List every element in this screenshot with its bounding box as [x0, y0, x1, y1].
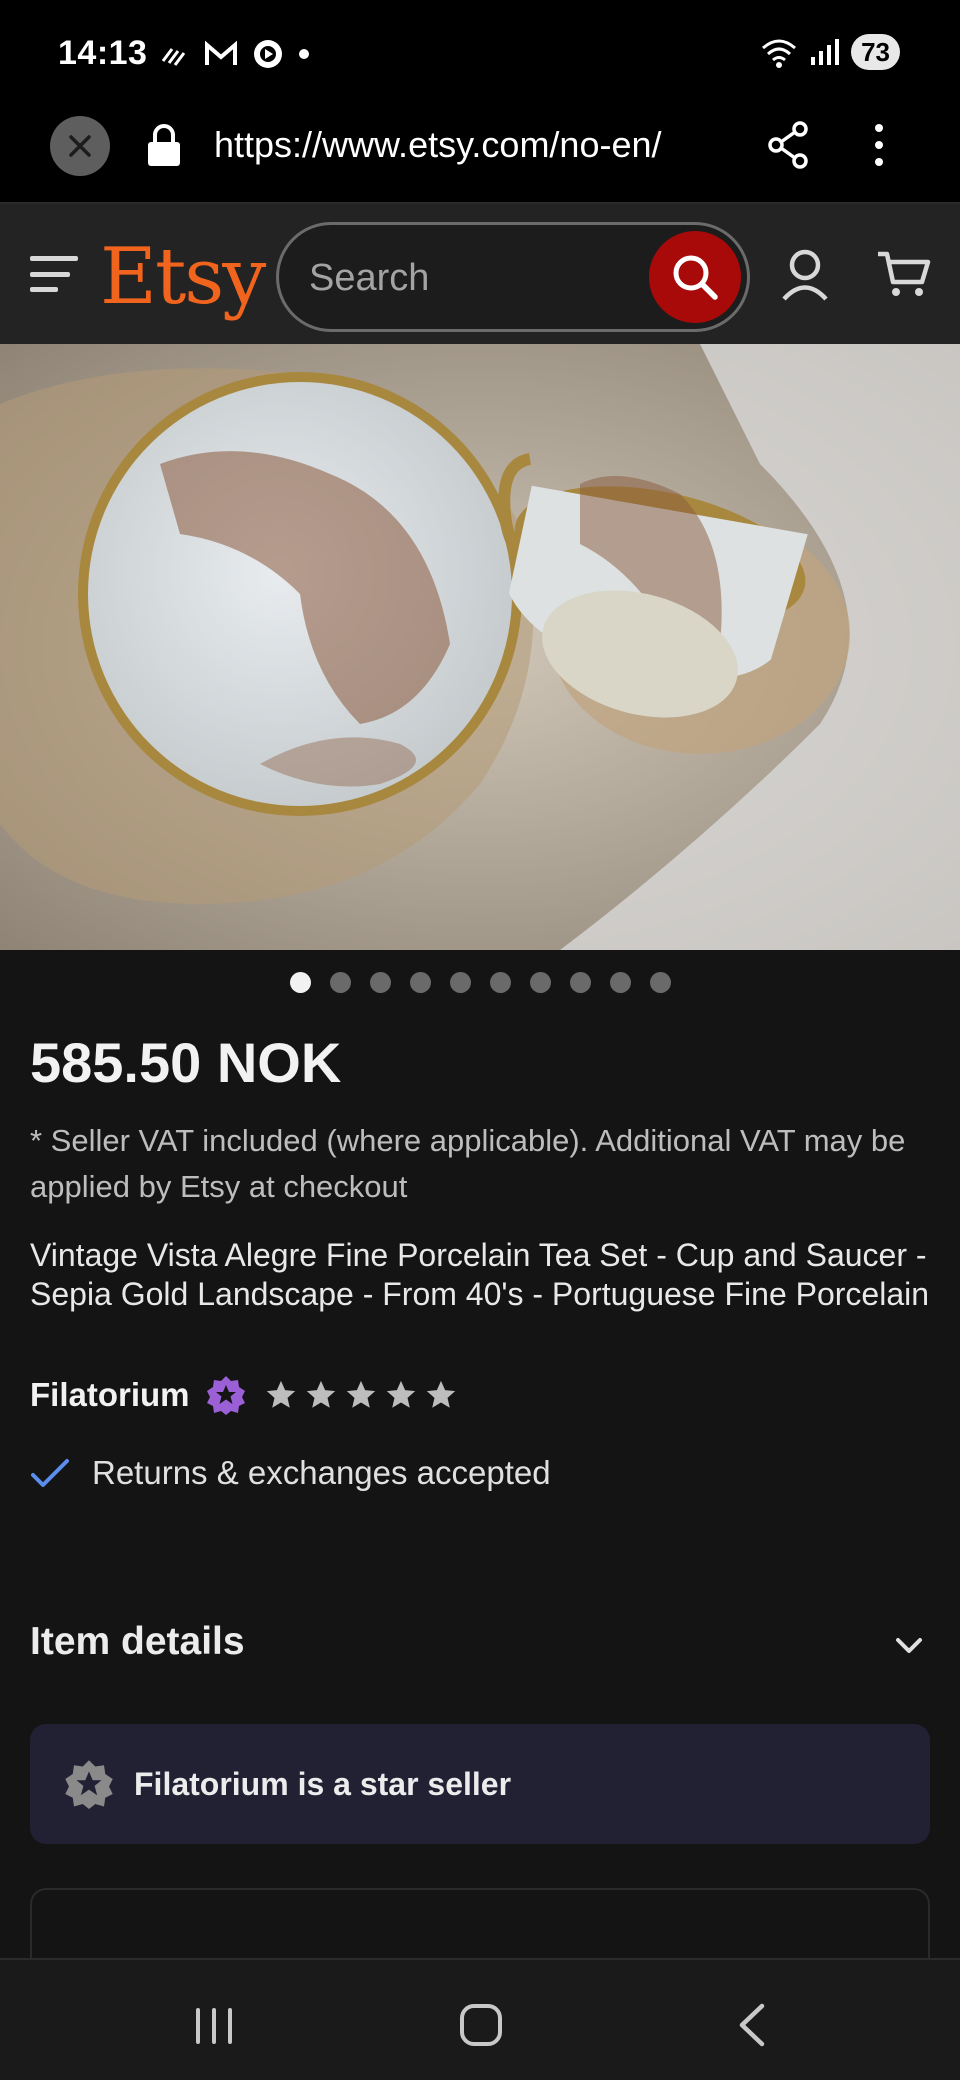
- product-image[interactable]: [0, 344, 960, 950]
- carousel-dot[interactable]: [529, 972, 551, 993]
- checkmark-icon: [31, 1459, 69, 1487]
- star-icon: [346, 1380, 375, 1408]
- etsy-logo[interactable]: Etsy: [100, 232, 266, 322]
- cart-icon[interactable]: [876, 248, 932, 300]
- carousel-dot[interactable]: [489, 972, 511, 993]
- media-play-icon: [254, 40, 282, 68]
- status-bar: 14:13 73: [0, 0, 960, 110]
- status-icons-right: 73: [759, 34, 900, 70]
- star-icon: [386, 1380, 415, 1408]
- rating-stars: [264, 1378, 458, 1412]
- star-seller-text: Filatorium is a star seller: [134, 1765, 512, 1802]
- returns-text: Returns & exchanges accepted: [92, 1454, 551, 1491]
- signal-icon: [811, 39, 840, 65]
- search-placeholder: Search: [309, 257, 430, 299]
- recents-icon[interactable]: [192, 2006, 236, 2046]
- url-field[interactable]: https://www.etsy.com/no-en/: [214, 124, 744, 166]
- vat-note: * Seller VAT included (where applicable)…: [30, 1123, 906, 1204]
- returns-row: Returns & exchanges accepted: [30, 1454, 551, 1492]
- carousel-dot[interactable]: [609, 972, 631, 993]
- product-photo: [0, 344, 960, 950]
- more-vertical-icon[interactable]: [864, 120, 894, 170]
- wifi-icon: [762, 39, 797, 68]
- star-seller-badge-icon: [206, 1376, 245, 1415]
- carousel-dot[interactable]: [409, 972, 431, 993]
- system-nav-bar: [0, 1958, 960, 2080]
- search-input[interactable]: Search: [276, 222, 750, 332]
- carousel-dot[interactable]: [649, 972, 671, 993]
- close-icon: [69, 135, 91, 157]
- shop-name[interactable]: Filatorium: [30, 1376, 190, 1414]
- user-icon[interactable]: [780, 248, 830, 302]
- star-seller-banner[interactable]: Filatorium is a star seller: [30, 1724, 930, 1844]
- notification-dot-icon: [299, 49, 309, 59]
- image-carousel-dots[interactable]: [0, 972, 960, 993]
- star-icon: [426, 1380, 455, 1408]
- star-icon: [266, 1380, 295, 1408]
- share-icon[interactable]: [766, 120, 810, 170]
- carousel-dot[interactable]: [569, 972, 591, 993]
- close-tab-button[interactable]: [50, 116, 110, 176]
- chevron-down-icon: [896, 1638, 922, 1653]
- home-icon[interactable]: [460, 2004, 502, 2046]
- back-icon[interactable]: [736, 2002, 766, 2048]
- product-title: Vintage Vista Alegre Fine Porcelain Tea …: [30, 1237, 930, 1312]
- battery-icon: 73: [851, 34, 900, 70]
- carousel-dot[interactable]: [449, 972, 471, 993]
- shop-row[interactable]: Filatorium: [30, 1375, 458, 1415]
- wifi-calling-icon: [161, 48, 186, 66]
- status-time: 14:13: [58, 34, 148, 72]
- browser-url-bar: https://www.etsy.com/no-en/: [0, 110, 960, 204]
- gmail-icon: [205, 40, 237, 65]
- product-price: 585.50 NOK: [30, 1031, 342, 1094]
- search-icon: [673, 255, 718, 300]
- lock-icon: [148, 124, 180, 166]
- menu-icon[interactable]: [30, 256, 78, 292]
- item-details-label: Item details: [30, 1620, 245, 1663]
- item-details-toggle[interactable]: Item details: [30, 1620, 930, 1680]
- carousel-dot[interactable]: [289, 972, 311, 993]
- star-icon: [306, 1380, 335, 1408]
- site-header: Etsy Search: [0, 204, 960, 344]
- status-icons-left: [160, 38, 310, 70]
- carousel-dot[interactable]: [369, 972, 391, 993]
- star-seller-icon: [65, 1760, 113, 1809]
- search-button[interactable]: [649, 231, 741, 323]
- carousel-dot[interactable]: [329, 972, 351, 993]
